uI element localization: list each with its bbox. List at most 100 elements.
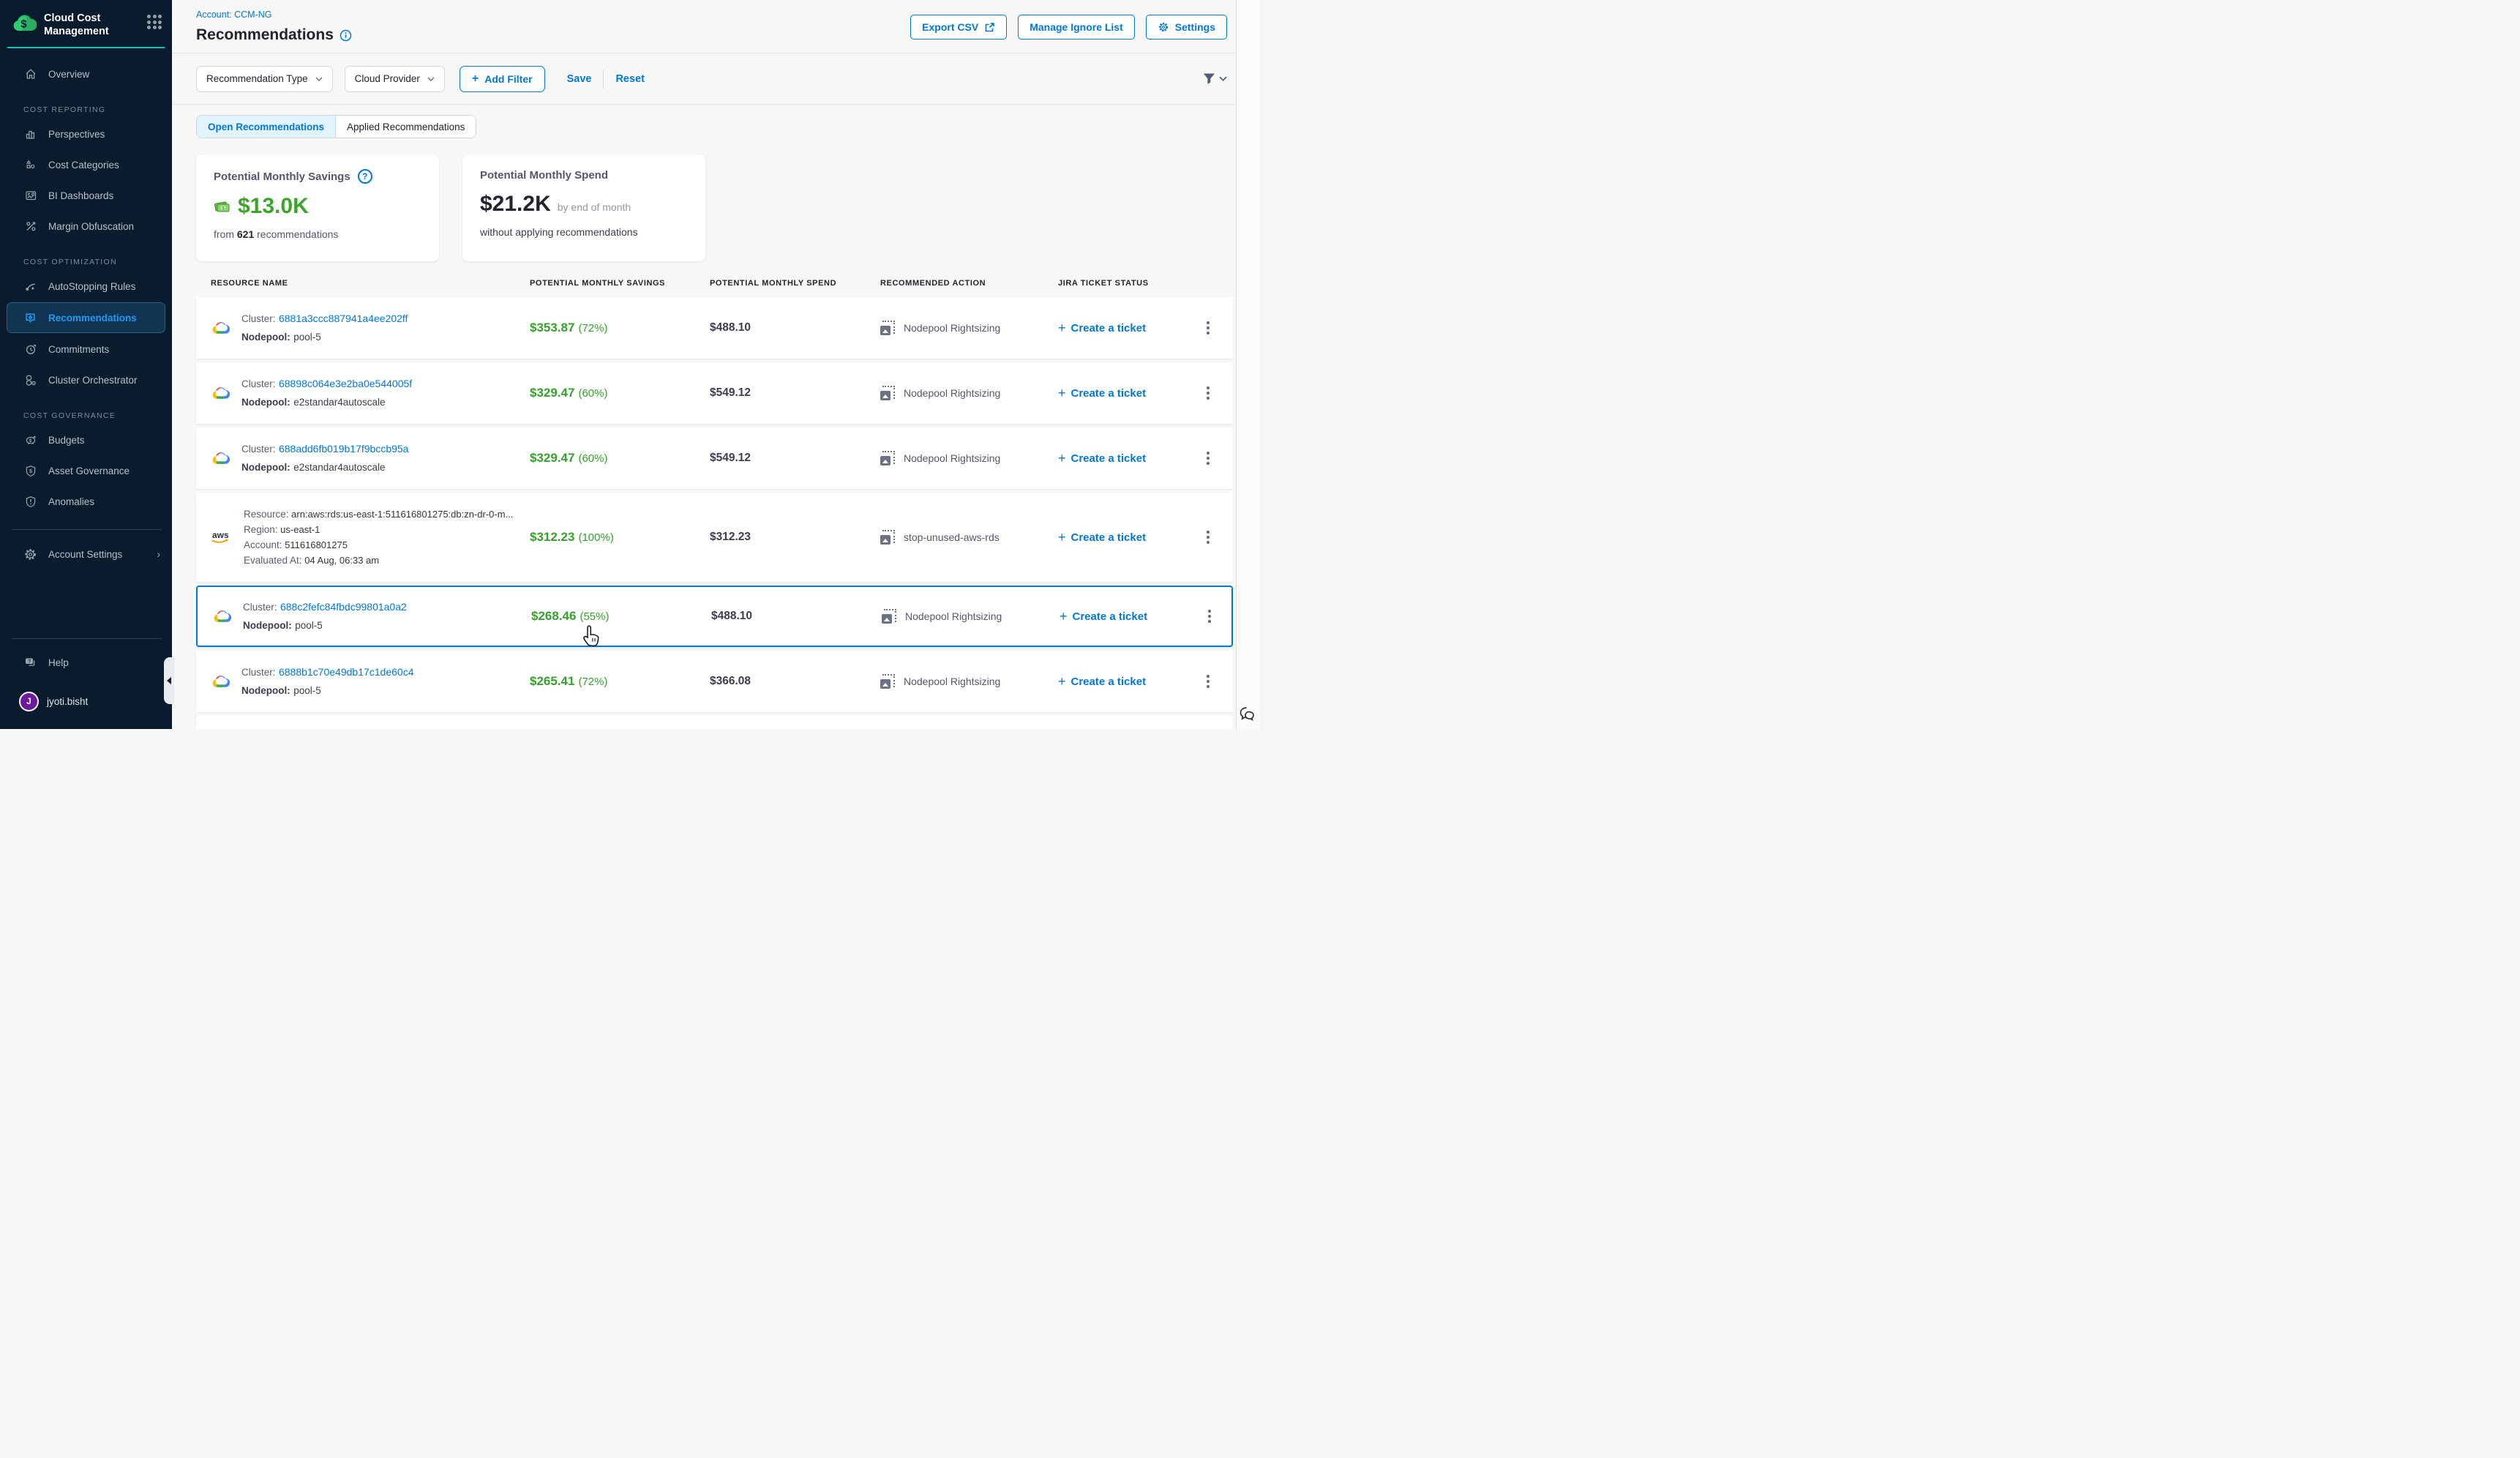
help-chat-icon: ? <box>23 656 37 669</box>
gcp-logo <box>211 386 230 401</box>
row-menu-kebab[interactable] <box>1201 386 1215 400</box>
sidebar-item-account-settings[interactable]: Account Settings › <box>0 539 172 569</box>
sidebar-item-cost-categories[interactable]: Cost Categories <box>0 149 172 180</box>
cloud-provider-dropdown[interactable]: Cloud Provider <box>345 66 445 92</box>
row-menu-kebab[interactable] <box>1201 531 1215 544</box>
sidebar: $ Cloud Cost Management Overview COST RE… <box>0 0 172 729</box>
filter-links-divider <box>603 70 604 89</box>
col-jira-ticket-status: JIRA TICKET STATUS <box>1058 279 1201 288</box>
sidebar-item-perspectives[interactable]: Perspectives <box>0 119 172 149</box>
create-ticket-link[interactable]: +Create a ticket <box>1060 609 1202 624</box>
cluster-link[interactable]: 688c2fefc84fbdc99801a0a2 <box>280 601 407 613</box>
collapse-arrow-icon <box>167 677 171 684</box>
tab-open-recommendations[interactable]: Open Recommendations <box>197 116 335 138</box>
recommendations-table: RESOURCE NAME POTENTIAL MONTHLY SAVINGS … <box>196 272 1233 729</box>
sidebar-item-overview[interactable]: Overview <box>0 59 172 89</box>
sidebar-item-cluster-orchestrator[interactable]: Cluster Orchestrator <box>0 364 172 395</box>
action-cell: stop-unused-aws-rds <box>880 530 1058 545</box>
export-csv-button[interactable]: Export CSV <box>910 15 1007 40</box>
user-menu[interactable]: J jyoti.bisht <box>0 684 172 719</box>
cluster-link[interactable]: 6888b1c70e49db17c1de60c4 <box>279 666 414 678</box>
save-filter-link[interactable]: Save <box>567 73 592 85</box>
savings-amount: $13.0K <box>238 194 309 219</box>
rightsizing-icon <box>880 321 895 335</box>
stop-resource-icon <box>880 530 895 545</box>
create-ticket-link[interactable]: +Create a ticket <box>1058 674 1201 689</box>
gear-icon <box>1158 21 1169 33</box>
svg-text:$: $ <box>29 469 32 474</box>
dashboard-icon <box>23 189 37 202</box>
row-menu-kebab[interactable] <box>1202 610 1217 623</box>
tab-applied-recommendations[interactable]: Applied Recommendations <box>335 116 476 138</box>
clock-refresh-icon <box>23 343 37 356</box>
support-chat-icon[interactable] <box>1239 706 1258 723</box>
rightsizing-icon <box>880 386 895 400</box>
sidebar-divider-2 <box>12 638 162 639</box>
row-menu-kebab[interactable] <box>1201 321 1215 334</box>
table-row[interactable]: Cluster: 6886e92f59a48cad86b5b1c6 Nodepo… <box>196 716 1233 729</box>
shield-dollar-icon: $ <box>23 464 37 477</box>
reset-filter-link[interactable]: Reset <box>615 73 645 85</box>
plus-icon: + <box>472 72 479 86</box>
sidebar-item-commitments[interactable]: Commitments <box>0 334 172 364</box>
resource-arn: arn:aws:rds:us-east-1:511616801275:db:zn… <box>291 509 513 520</box>
table-row[interactable]: Cluster: 68898c064e3e2ba0e544005f Nodepo… <box>196 362 1233 424</box>
cluster-link[interactable]: 688add6fb019b17f9bccb95a <box>279 443 409 455</box>
col-resource-name: RESOURCE NAME <box>196 279 530 288</box>
manage-ignore-list-button[interactable]: Manage Ignore List <box>1018 15 1135 40</box>
rightsizing-icon <box>880 674 895 689</box>
recommendation-type-dropdown[interactable]: Recommendation Type <box>196 66 333 92</box>
help-circle-icon[interactable]: ? <box>358 169 372 184</box>
plus-icon: + <box>1058 321 1066 336</box>
table-row[interactable]: aws Resource: arn:aws:rds:us-east-1:5116… <box>196 493 1233 582</box>
settings-button[interactable]: Settings <box>1146 15 1227 40</box>
cluster-link[interactable]: 6881a3ccc887941a4ee202ff <box>279 313 408 324</box>
spend-cell: $366.08 <box>710 675 880 688</box>
sidebar-item-recommendations[interactable]: Recommendations <box>7 303 165 332</box>
page-header: Account: CCM-NG Recommendations Export C… <box>172 0 1260 53</box>
funnel-icon <box>1202 72 1216 85</box>
money-bills-icon: $ <box>214 200 231 213</box>
right-gutter <box>1236 0 1260 729</box>
chevron-down-icon <box>315 77 323 81</box>
user-name: jyoti.bisht <box>47 696 88 707</box>
module-header: $ Cloud Cost Management <box>0 0 172 47</box>
svg-text:$: $ <box>20 18 27 31</box>
savings-cell: $268.46(55%) <box>531 609 711 624</box>
table-row[interactable]: Cluster: 6881a3ccc887941a4ee202ff Nodepo… <box>196 297 1233 359</box>
info-icon[interactable] <box>340 29 352 42</box>
sidebar-item-asset-governance[interactable]: $ Asset Governance <box>0 455 172 486</box>
recommendations-content: Open Recommendations Applied Recommendat… <box>172 105 1260 729</box>
sidebar-item-bi-dashboards[interactable]: BI Dashboards <box>0 180 172 211</box>
percent-arrow-icon <box>23 220 37 233</box>
account-breadcrumb-link[interactable]: Account: CCM-NG <box>196 10 272 20</box>
potential-monthly-spend-card: Potential Monthly Spend $21.2K by end of… <box>462 154 705 261</box>
create-ticket-link[interactable]: +Create a ticket <box>1058 530 1201 545</box>
row-menu-kebab[interactable] <box>1201 675 1215 688</box>
sidebar-item-help[interactable]: ? Help <box>0 647 172 678</box>
filter-panel-toggle[interactable] <box>1202 72 1227 85</box>
spend-cell: $549.12 <box>710 452 880 465</box>
table-row[interactable]: Cluster: 688add6fb019b17f9bccb95a Nodepo… <box>196 427 1233 489</box>
add-filter-button[interactable]: + Add Filter <box>460 66 545 92</box>
gcp-logo <box>212 609 232 624</box>
sidebar-item-margin-obfuscation[interactable]: Margin Obfuscation <box>0 211 172 242</box>
sidebar-item-anomalies[interactable]: Anomalies <box>0 486 172 517</box>
create-ticket-link[interactable]: +Create a ticket <box>1058 451 1201 466</box>
create-ticket-link[interactable]: +Create a ticket <box>1058 386 1201 401</box>
page-title: Recommendations <box>196 26 334 44</box>
module-switcher-grid-icon[interactable] <box>147 15 163 31</box>
recommendation-tabs: Open Recommendations Applied Recommendat… <box>196 115 476 138</box>
sidebar-divider <box>12 529 162 530</box>
create-ticket-link[interactable]: +Create a ticket <box>1058 321 1201 336</box>
user-avatar: J <box>19 692 39 711</box>
cluster-link[interactable]: 68898c064e3e2ba0e544005f <box>279 378 412 389</box>
row-menu-kebab[interactable] <box>1201 452 1215 465</box>
table-row-selected[interactable]: Cluster: 688c2fefc84fbdc99801a0a2 Nodepo… <box>196 586 1233 647</box>
sidebar-item-autostopping-rules[interactable]: AutoStopping Rules <box>0 271 172 302</box>
svg-text:aws: aws <box>212 530 229 540</box>
sidebar-collapse-handle[interactable] <box>164 657 174 704</box>
table-row[interactable]: Cluster: 6888b1c70e49db17c1de60c4 Nodepo… <box>196 651 1233 712</box>
sidebar-item-budgets[interactable]: $ Budgets <box>0 425 172 455</box>
chevron-right-icon: › <box>157 548 160 560</box>
